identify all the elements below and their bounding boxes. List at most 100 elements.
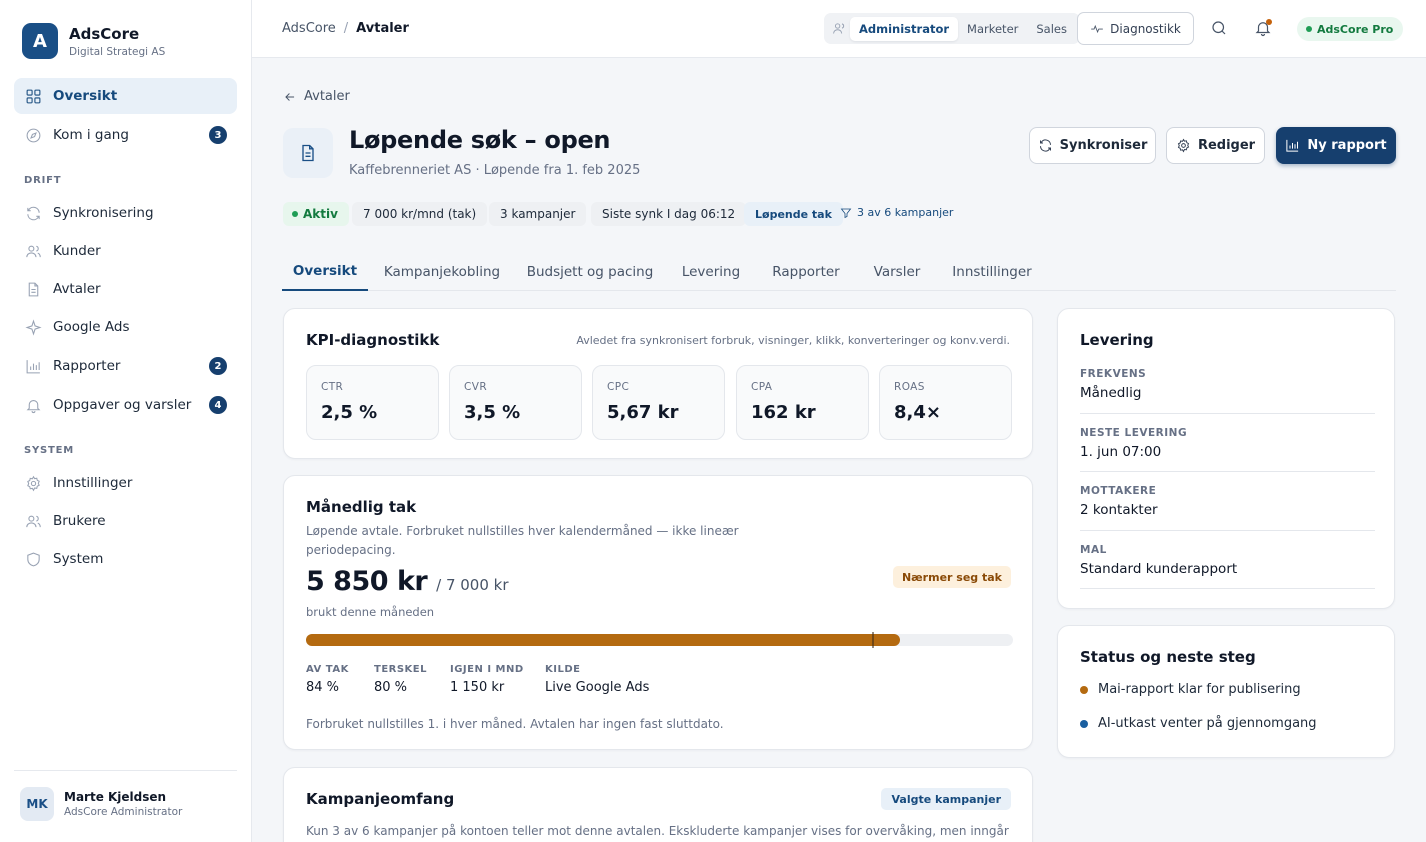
kpi-tile-cpa: CPA 162 kr (736, 365, 869, 440)
delivery-label: NESTE LEVERING (1080, 427, 1188, 439)
users-icon (828, 21, 850, 36)
role-option-sales[interactable]: Sales (1027, 17, 1076, 41)
plan-badge: AdsCore Pro (1297, 17, 1404, 41)
new-report-button[interactable]: Ny rapport (1276, 127, 1396, 164)
arrow-left-icon (285, 92, 295, 101)
nav-section-system: SYSTEM (24, 445, 75, 456)
last-sync-chip: Siste synk I dag 06:12 (591, 202, 747, 226)
back-link[interactable]: Avtaler (283, 89, 350, 104)
kpi-tile-cpc: CPC 5,67 kr (592, 365, 725, 440)
stat-value: 84 % (306, 680, 340, 695)
sidebar: A AdsCore Digital Strategi AS Oversikt K… (0, 0, 252, 842)
notification-dot (1266, 19, 1272, 25)
tab-levering[interactable]: Levering (676, 253, 746, 291)
sidebar-item-kom-i-gang[interactable]: Kom i gang 3 (14, 117, 237, 153)
shield-icon (24, 550, 42, 568)
role-option-administrator[interactable]: Administrator (850, 16, 959, 41)
breadcrumb-separator: / (343, 21, 349, 36)
delivery-row-recipients: MOTTAKERE 2 kontakter (1080, 485, 1375, 518)
kpi-label: CTR (321, 381, 344, 393)
sidebar-item-label: Google Ads (53, 319, 130, 335)
status-item[interactable]: AI-utkast venter på gjennomgang (1080, 716, 1317, 731)
user-name: Marte Kjeldsen (64, 790, 167, 804)
tab-budsjett[interactable]: Budsjett og pacing (522, 253, 658, 291)
monthly-cap-description: Løpende avtale. Forbruket nullstilles hv… (306, 522, 739, 560)
count-badge: 2 (209, 357, 227, 375)
stat-remaining: IGJEN I MND 1 150 kr (450, 664, 524, 695)
status-text: Mai-rapport klar for publisering (1098, 682, 1301, 697)
role-option-marketer[interactable]: Marketer (958, 17, 1027, 41)
sidebar-item-synkronisering[interactable]: Synkronisering (14, 195, 237, 231)
page-subtitle: Kaffebrenneriet AS · Løpende fra 1. feb … (349, 163, 641, 178)
user-profile[interactable]: MK Marte Kjeldsen AdsCore Administrator (14, 770, 237, 821)
sidebar-item-system[interactable]: System (14, 541, 237, 577)
delivery-row-template: MAL Standard kunderapport (1080, 544, 1375, 577)
tab-oversikt[interactable]: Oversikt (282, 253, 368, 291)
tab-kampanjekobling[interactable]: Kampanjekobling (378, 253, 506, 291)
delivery-label: MOTTAKERE (1080, 485, 1157, 497)
stat-value: 80 % (374, 680, 408, 695)
scope-title: Kampanjeomfang (306, 790, 455, 808)
refresh-icon (24, 204, 42, 222)
monthly-cap-card: Månedlig tak Løpende avtale. Forbruket n… (283, 475, 1033, 750)
stat-label: TERSKEL (374, 664, 428, 675)
sidebar-item-label: Brukere (53, 513, 106, 529)
sidebar-item-label: Kunder (53, 243, 101, 259)
sidebar-item-kunder[interactable]: Kunder (14, 233, 237, 269)
cap-total: / 7 000 kr (436, 576, 509, 594)
stat-of-cap: AV TAK 84 % (306, 664, 349, 695)
edit-button[interactable]: Rediger (1166, 127, 1265, 164)
sidebar-item-brukere[interactable]: Brukere (14, 503, 237, 539)
sidebar-item-google-ads[interactable]: Google Ads (14, 309, 237, 345)
monthly-cap-footnote: Forbruket nullstilles 1. i hver måned. A… (306, 717, 724, 731)
divider (1080, 588, 1375, 589)
sync-button[interactable]: Synkroniser (1029, 127, 1156, 164)
new-report-label: Ny rapport (1307, 138, 1387, 153)
kpi-tile-cvr: CVR 3,5 % (449, 365, 582, 440)
stat-source: KILDE Live Google Ads (545, 664, 649, 695)
stat-value: 1 150 kr (450, 680, 505, 695)
search-icon[interactable] (1210, 19, 1230, 39)
kpi-value: 2,5 % (321, 402, 378, 423)
brand[interactable]: A AdsCore Digital Strategi AS (22, 23, 165, 59)
breadcrumb-root[interactable]: AdsCore (282, 21, 336, 36)
sidebar-item-avtaler[interactable]: Avtaler (14, 271, 237, 307)
sidebar-item-label: Kom i gang (53, 127, 129, 143)
status-title: Status og neste steg (1080, 648, 1256, 666)
users-icon (24, 242, 42, 260)
spent-amount: 5 850 kr / 7 000 kr (306, 566, 509, 597)
sidebar-item-label: Oppgaver og varsler (53, 397, 192, 413)
sidebar-item-rapporter[interactable]: Rapporter 2 (14, 348, 237, 384)
warning-badge: Nærmer seg tak (892, 566, 1011, 588)
sidebar-item-innstillinger[interactable]: Innstillinger (14, 465, 237, 501)
diagnostics-button[interactable]: Diagnostikk (1077, 12, 1194, 45)
tab-innstillinger[interactable]: Innstillinger (946, 253, 1038, 291)
monthly-cap-title: Månedlig tak (306, 498, 417, 516)
status-card: Status og neste steg Mai-rapport klar fo… (1057, 625, 1395, 758)
stat-label: KILDE (545, 664, 581, 675)
sidebar-item-oppgaver[interactable]: Oppgaver og varsler 4 (14, 387, 237, 423)
tab-varsler[interactable]: Varsler (866, 253, 928, 291)
notification-bell-icon[interactable] (1254, 19, 1274, 39)
divider (1080, 530, 1375, 531)
sync-label: Synkroniser (1059, 138, 1148, 153)
status-badge: Aktiv (283, 202, 349, 226)
page-title: Løpende søk – open (349, 126, 611, 154)
tab-rapporter[interactable]: Rapporter (764, 253, 848, 291)
user-role: AdsCore Administrator (64, 806, 183, 818)
topbar: AdsCore / Avtaler Administrator Marketer S… (252, 0, 1426, 58)
campaign-filter[interactable]: 3 av 6 kampanjer (840, 206, 953, 219)
status-item[interactable]: Mai-rapport klar for publisering (1080, 682, 1301, 697)
breadcrumb-current: Avtaler (356, 21, 409, 36)
count-badge: 3 (209, 126, 227, 144)
stat-value: Live Google Ads (545, 680, 650, 695)
kpi-label: CPA (751, 381, 773, 393)
count-badge: 4 (209, 396, 227, 414)
bar-chart-icon (24, 357, 42, 375)
sidebar-item-label: System (53, 551, 104, 567)
delivery-value: 2 kontakter (1080, 502, 1158, 518)
status-dot (1080, 685, 1088, 694)
sidebar-item-oversikt[interactable]: Oversikt (14, 78, 237, 114)
kpi-label: CPC (607, 381, 630, 393)
stat-label: AV TAK (306, 664, 349, 675)
